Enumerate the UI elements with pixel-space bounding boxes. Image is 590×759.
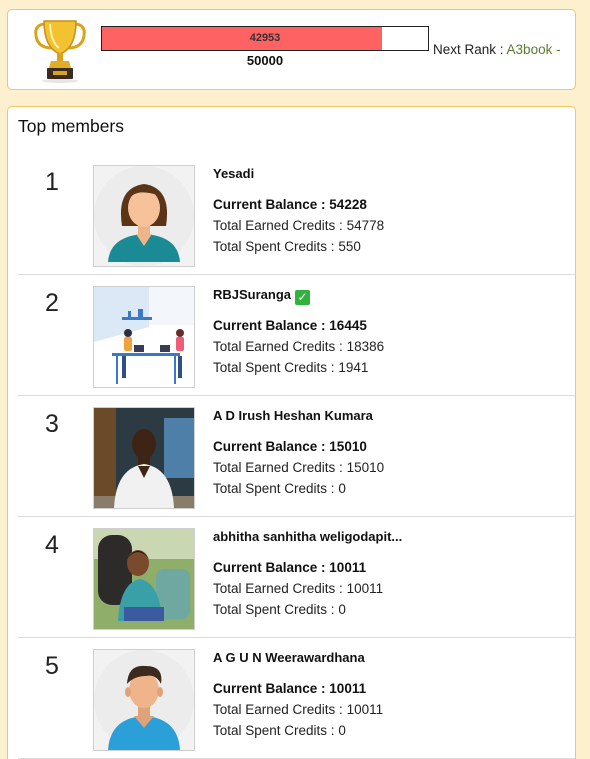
total-earned-credits: Total Earned Credits : 10011 [213,581,384,596]
member-row[interactable]: 3 A D Irush Heshan Kumara Current Balanc… [18,396,575,517]
current-credits-label: 42953 [249,32,281,44]
trophy-icon [32,18,88,84]
member-row[interactable]: 5 A G U N Weerawardhana Current Balance … [18,638,575,759]
member-photo[interactable] [93,407,195,509]
member-stats: Current Balance : 15010 Total Earned Cre… [213,436,384,499]
member-stats: Current Balance : 10011 Total Earned Cre… [213,678,383,741]
total-spent-credits: Total Spent Credits : 0 [213,481,346,496]
total-earned-credits: Total Earned Credits : 10011 [213,702,384,717]
total-earned-credits: Total Earned Credits : 18386 [213,339,385,354]
member-row[interactable]: 1 Yesadi Current Balance : 54228 Total E… [18,154,575,275]
total-spent-credits: Total Spent Credits : 550 [213,239,361,254]
rank-progress-bar: 42953 [101,26,429,51]
current-balance: Current Balance : 15010 [213,439,367,454]
member-rank: 4 [45,531,59,559]
next-rank-label: Next Rank : [433,42,504,57]
member-rank: 1 [45,168,59,196]
member-name[interactable]: A G U N Weerawardhana [213,650,365,665]
member-photo[interactable] [93,528,195,630]
target-credits-label: 50000 [246,53,284,68]
total-earned-credits: Total Earned Credits : 15010 [213,460,385,475]
member-name[interactable]: A D Irush Heshan Kumara [213,408,373,423]
current-balance: Current Balance : 10011 [213,681,367,696]
member-row[interactable]: 4 abhitha sanhitha weligodapit... Curren… [18,517,575,638]
total-spent-credits: Total Spent Credits : 1941 [213,360,369,375]
top-members-card: Top members 1 Yesadi Current Balance : 5… [7,106,576,759]
member-name[interactable]: Yesadi [213,166,254,181]
member-stats: Current Balance : 16445 Total Earned Cre… [213,315,384,378]
total-spent-credits: Total Spent Credits : 0 [213,602,346,617]
member-rank: 3 [45,410,59,438]
office-illustration-icon[interactable] [93,286,195,388]
member-stats: Current Balance : 54228 Total Earned Cre… [213,194,384,257]
rank-progress-card: 42953 50000 Next Rank : A3book - [7,9,576,90]
member-rank: 5 [45,652,59,680]
member-rank: 2 [45,289,59,317]
section-title: Top members [18,116,125,136]
member-row[interactable]: 2 RBJSuranga ✓ Current Balance: 16445 T… [18,275,575,396]
current-balance: Current Balance : 54228 [213,197,367,212]
female-avatar-icon[interactable] [93,165,195,267]
total-spent-credits: Total Spent Credits : 0 [213,723,346,738]
verified-check-icon: ✓ [295,290,311,305]
male-avatar-icon[interactable] [93,649,195,751]
member-stats: Current Balance : 10011 Total Earned Cre… [213,557,383,620]
current-balance: Current Balance : 16445 [213,318,367,333]
current-balance: Current Balance : 10011 [213,560,367,575]
next-rank-name[interactable]: A3book - [507,42,561,57]
member-name[interactable]: RBJSuranga ✓ [213,287,311,305]
member-name[interactable]: abhitha sanhitha weligodapit... [213,529,402,544]
next-rank: Next Rank : A3book - [433,42,561,57]
total-earned-credits: Total Earned Credits : 54778 [213,218,385,233]
